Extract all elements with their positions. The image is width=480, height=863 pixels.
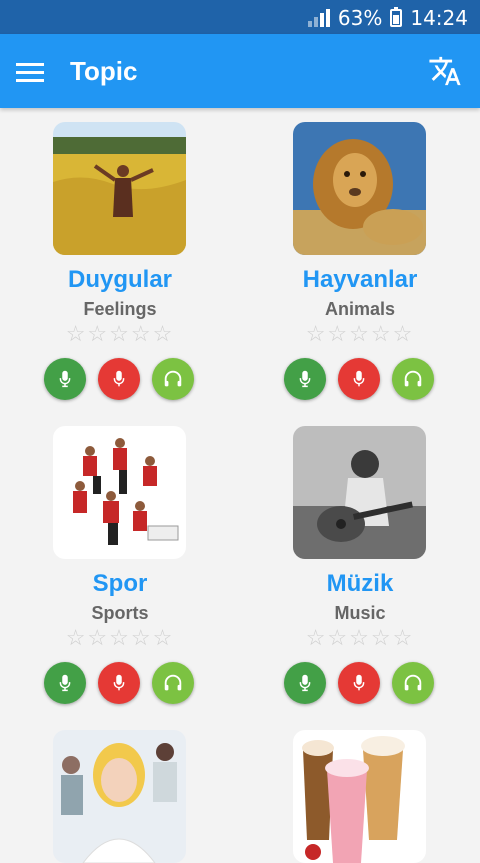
headphones-icon — [164, 370, 182, 387]
microphone-icon — [353, 370, 365, 387]
rating-stars: ☆☆☆☆☆ — [305, 321, 415, 346]
business-people-photo[interactable] — [53, 730, 186, 863]
record-mic-button[interactable] — [44, 662, 86, 704]
hamburger-menu-icon[interactable] — [16, 58, 46, 84]
guitar-player-photo[interactable] — [293, 426, 426, 559]
battery-icon — [390, 7, 403, 27]
speak-mic-button[interactable] — [98, 662, 140, 704]
milkshakes-photo[interactable] — [293, 730, 426, 863]
record-mic-button[interactable] — [44, 358, 86, 400]
topic-title: Spor — [92, 570, 148, 597]
listen-button[interactable] — [152, 358, 194, 400]
microphone-icon — [113, 370, 125, 387]
topic-title: Hayvanlar — [302, 266, 418, 293]
listen-button[interactable] — [392, 662, 434, 704]
action-buttons — [44, 662, 196, 704]
record-mic-button[interactable] — [284, 662, 326, 704]
rating-stars: ☆☆☆☆☆ — [65, 625, 175, 650]
microphone-icon — [113, 674, 125, 691]
status-bar: 63% 14:24 — [0, 0, 480, 34]
action-buttons — [284, 358, 436, 400]
page-title: Topic — [70, 56, 138, 86]
action-buttons — [284, 662, 436, 704]
lion-photo[interactable] — [293, 122, 426, 255]
clock: 14:24 — [410, 6, 468, 30]
athletes-collage-photo[interactable] — [53, 426, 186, 559]
battery-percent: 63% — [337, 6, 383, 30]
record-mic-button[interactable] — [284, 358, 326, 400]
topic-subtitle: Animals — [324, 299, 396, 319]
topic-subtitle: Feelings — [83, 299, 157, 319]
translate-icon[interactable] — [428, 54, 462, 88]
action-buttons — [44, 358, 196, 400]
microphone-icon — [353, 674, 365, 691]
topic-title: Duygular — [67, 266, 172, 293]
headphones-icon — [164, 674, 182, 691]
listen-button[interactable] — [392, 358, 434, 400]
headphones-icon — [404, 370, 422, 387]
headphones-icon — [404, 674, 422, 691]
rating-stars: ☆☆☆☆☆ — [65, 321, 175, 346]
signal-icon — [307, 9, 330, 27]
topic-subtitle: Sports — [91, 603, 149, 623]
app-bar: Topic — [0, 34, 480, 108]
topic-subtitle: Music — [334, 603, 386, 623]
speak-mic-button[interactable] — [98, 358, 140, 400]
woman-in-field-photo[interactable] — [53, 122, 186, 255]
microphone-icon — [299, 370, 311, 388]
topic-title: Müzik — [326, 570, 394, 597]
microphone-icon — [59, 370, 71, 388]
microphone-icon — [299, 674, 311, 692]
microphone-icon — [59, 674, 71, 692]
rating-stars: ☆☆☆☆☆ — [305, 625, 415, 650]
listen-button[interactable] — [152, 662, 194, 704]
speak-mic-button[interactable] — [338, 662, 380, 704]
speak-mic-button[interactable] — [338, 358, 380, 400]
